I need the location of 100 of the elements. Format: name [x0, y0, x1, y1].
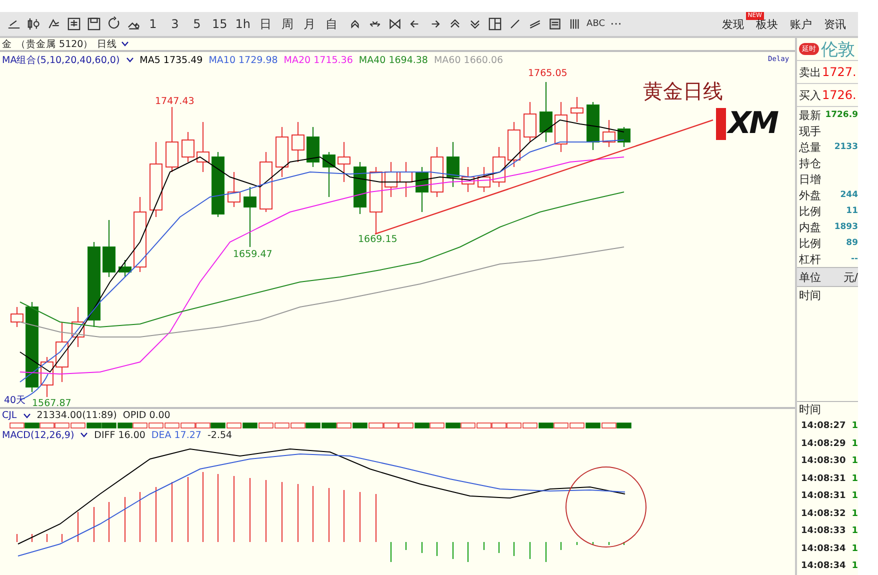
tick-volume: 1 — [852, 526, 858, 536]
tick-time: 14:08:32 — [801, 508, 846, 519]
candle — [462, 166, 474, 192]
volume-label[interactable]: CJL — [2, 410, 17, 421]
candle — [228, 172, 240, 208]
period-button[interactable]: 月 — [300, 13, 319, 35]
candle — [524, 102, 536, 142]
quote-label: 买入 — [799, 88, 821, 102]
volume-reading: 21334.00(11:89) — [36, 410, 117, 421]
period-button[interactable]: 周 — [278, 13, 297, 35]
info-label: 现手 — [799, 124, 821, 138]
info-label: 比例 — [799, 204, 821, 218]
tick-time: 14:08:34 — [801, 561, 846, 572]
unit-label: 单位 — [799, 270, 821, 284]
tick-volume: 1 — [852, 561, 858, 572]
macd-reading: -2.54 — [207, 430, 232, 440]
tick-time: 14:08:31 — [801, 491, 846, 502]
tick-volume: 1 — [852, 456, 858, 466]
ma-group-label[interactable]: MA组合(5,10,20,40,60,0) — [2, 54, 120, 66]
quote-value: 1727. — [822, 65, 856, 79]
info-value: -- — [850, 254, 858, 264]
candle — [182, 132, 194, 162]
tick-time: 14:08:33 — [801, 526, 846, 536]
info-value: 1893 — [834, 222, 858, 232]
info-label: 日增 — [799, 172, 821, 186]
candle — [540, 82, 552, 142]
period-marker: 40天 — [4, 394, 26, 407]
candle — [196, 122, 210, 172]
dea-reading: DEA 17.27 — [151, 430, 202, 440]
candle — [212, 152, 224, 218]
price-label: 1669.15 — [358, 234, 398, 245]
period-button[interactable]: 5 — [188, 13, 206, 35]
market-label: （贵金属 5120） — [16, 38, 94, 50]
tick-volume: 1 — [852, 544, 858, 554]
candle — [306, 126, 320, 168]
candle — [72, 306, 84, 348]
quote-value: 1726. — [822, 88, 856, 102]
candle — [478, 166, 490, 192]
candle — [618, 126, 630, 148]
candle — [338, 142, 350, 182]
dropdown-caret-icon[interactable] — [126, 57, 134, 63]
nav-link[interactable]: 资讯 — [824, 16, 846, 32]
symbol-label: 金 — [2, 38, 12, 50]
candle — [570, 96, 584, 122]
period-button[interactable]: 3 — [166, 13, 184, 35]
candle — [40, 356, 54, 398]
info-label: 内盘 — [799, 220, 821, 234]
period-button[interactable]: 日 — [256, 13, 275, 35]
tick-volume: 1 — [852, 508, 858, 519]
opid-reading: OPID 0.00 — [122, 410, 170, 421]
panel-title: 伦敦 — [821, 38, 855, 60]
dropdown-caret-icon[interactable] — [121, 41, 130, 47]
candle — [354, 162, 366, 214]
tick-time: 14:08:31 — [801, 474, 846, 484]
candle — [166, 106, 178, 172]
tick-time: 14:08:30 — [801, 456, 846, 466]
info-value: 89 — [846, 238, 858, 248]
period-button[interactable]: 1 — [144, 13, 162, 35]
quote-label: 卖出 — [799, 64, 821, 80]
time-label: 时间 — [799, 288, 821, 302]
nav-link[interactable]: 账户 — [790, 16, 812, 32]
candle — [586, 102, 600, 150]
ticks-header: 时间 — [799, 402, 821, 417]
period-button[interactable]: 1h — [233, 13, 253, 35]
period-button[interactable]: 自 — [322, 13, 341, 35]
period-label[interactable]: 日线 — [97, 38, 118, 50]
info-label: 最新 — [799, 108, 821, 122]
tick-time: 14:08:27 — [801, 421, 846, 432]
ma-value: MA10 1729.98 — [208, 54, 278, 66]
tick-volume: 1 — [852, 491, 858, 502]
text-tool-button[interactable]: ABC — [584, 13, 607, 35]
candle — [118, 260, 132, 278]
candle — [244, 186, 256, 248]
logo: XM — [716, 108, 777, 140]
candle — [292, 122, 304, 162]
tick-time: 14:08:29 — [801, 438, 846, 449]
chart-caption: 黄金日线 — [643, 78, 723, 105]
diff-reading: DIFF 16.00 — [94, 430, 146, 440]
candle — [276, 126, 288, 178]
candle — [56, 322, 68, 382]
candle — [400, 162, 412, 198]
more-button[interactable]: ··· — [607, 13, 625, 35]
candle — [384, 162, 398, 198]
ma-value: MA40 1694.38 — [358, 54, 428, 66]
candle — [322, 152, 336, 198]
macd-label[interactable]: MACD(12,26,9) — [2, 430, 74, 440]
info-value: 244 — [840, 190, 858, 200]
dropdown-caret-icon[interactable] — [80, 432, 88, 438]
candle — [260, 152, 272, 212]
tick-time: 14:08:34 — [801, 544, 846, 554]
period-button[interactable]: 15 — [210, 13, 230, 35]
candle — [554, 102, 568, 152]
dropdown-caret-icon[interactable] — [22, 412, 31, 418]
info-value: 1726.9 — [825, 110, 858, 120]
nav-link[interactable]: 板块 — [756, 16, 778, 32]
unit-value: 元/ — [843, 270, 858, 284]
info-value: 2133 — [834, 142, 858, 152]
tick-volume: 1 — [852, 421, 858, 432]
price-label: 1567.87 — [32, 398, 72, 409]
ma-value: MA20 1715.36 — [284, 54, 353, 66]
